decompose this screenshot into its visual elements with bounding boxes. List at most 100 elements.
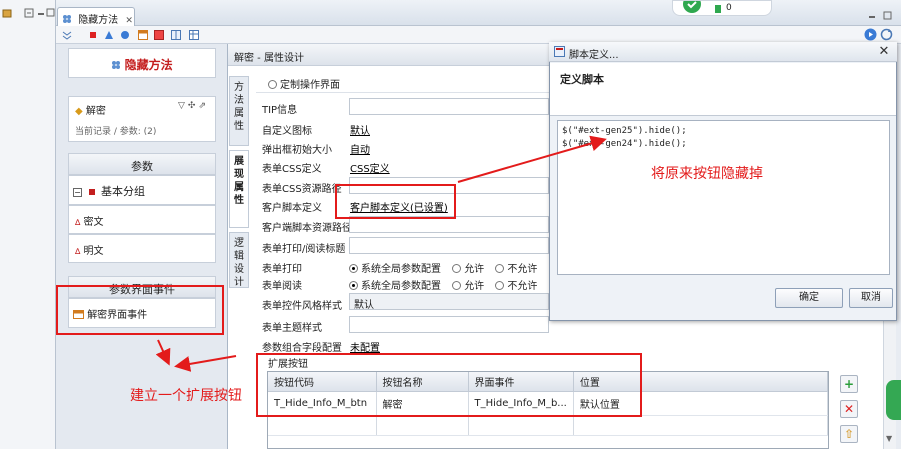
table-cell	[573, 415, 829, 436]
tab-logic-design[interactable]: 逻辑设计	[229, 232, 249, 288]
editor-tab-label: 隐藏方法	[78, 15, 119, 26]
param-combo-link[interactable]: 未配置	[350, 339, 380, 354]
book-icon[interactable]	[171, 30, 181, 40]
close-icon[interactable]: ✕	[125, 16, 133, 26]
refresh-icon[interactable]	[880, 28, 893, 41]
add-button[interactable]: +	[840, 375, 858, 393]
triangle-icon[interactable]	[104, 30, 114, 40]
dialog-titlebar[interactable]: 脚本定义...	[549, 42, 897, 62]
collapse-icon[interactable]: −	[73, 188, 82, 197]
param-label: 密文	[83, 217, 104, 228]
read-allow-radio[interactable]: 允许	[452, 281, 484, 292]
dialog-title: 脚本定义...	[569, 50, 619, 61]
delete-button[interactable]: ✕	[840, 400, 858, 418]
tab-display-properties[interactable]: 展现属性	[229, 150, 249, 228]
method-title: 隐藏方法	[124, 58, 173, 72]
minimize-icon[interactable]	[867, 11, 877, 24]
read-global-radio[interactable]: 系统全局参数配置	[349, 281, 441, 292]
param-label: 明文	[83, 246, 104, 257]
method-icon	[63, 15, 71, 23]
script-editor[interactable]: $("#ext-gen25").hide(); $("#ext-gen24").…	[557, 120, 890, 275]
script-line: $("#ext-gen25").hide();	[562, 126, 687, 136]
client-resource-label: 客户端脚本资源路径	[262, 223, 352, 234]
status-icon	[683, 1, 701, 13]
dialog-header: 定义脚本	[550, 63, 896, 116]
collapse-icon[interactable]	[24, 8, 36, 22]
divider	[256, 92, 556, 93]
annotation-box-script	[335, 184, 456, 219]
read-label: 表单阅读	[262, 281, 302, 292]
scroll-down-icon[interactable]: ▼	[886, 434, 892, 443]
theme-style-input[interactable]	[349, 316, 549, 333]
print-deny-radio[interactable]: 不允许	[495, 264, 537, 275]
method-title-card: 隐藏方法	[68, 48, 216, 78]
annotation-box-table	[256, 353, 642, 417]
method-icon	[112, 61, 121, 69]
css-path-label: 表单CSS资源路径	[262, 184, 342, 195]
print-allow-radio[interactable]: 允许	[452, 264, 484, 275]
control-style-select[interactable]: 默认	[349, 293, 549, 311]
param-item[interactable]: ∆ 明文	[68, 234, 216, 263]
table-add-icon[interactable]	[138, 30, 148, 40]
battery-icon	[715, 5, 721, 13]
x-icon: ✕	[843, 402, 855, 416]
table-cell	[268, 415, 377, 436]
script-line: $("#ext-gen24").hide();	[562, 139, 687, 149]
table-cell	[468, 415, 574, 436]
circle-icon[interactable]	[120, 30, 130, 40]
print-title-input[interactable]	[349, 237, 549, 254]
custom-ui-radio[interactable]: 定制操作界面	[268, 76, 340, 91]
tab-method-properties[interactable]: 方法属性	[229, 76, 249, 146]
css-def-link[interactable]: CSS定义	[350, 160, 390, 175]
icon-label: 自定义图标	[262, 126, 312, 137]
print-global-radio[interactable]: 系统全局参数配置	[349, 264, 441, 275]
move-up-button[interactable]: ⇧	[840, 425, 858, 443]
ok-button[interactable]: 确定	[775, 288, 843, 308]
option-label: 不允许	[507, 264, 538, 275]
close-icon[interactable]: ✕	[876, 44, 892, 60]
custom-ui-label: 定制操作界面	[280, 80, 340, 91]
left-outline-strip	[0, 0, 56, 449]
option-label: 允许	[464, 264, 485, 275]
tip-input[interactable]	[349, 98, 549, 115]
annotation-hide-note: 将原来按钮隐藏掉	[651, 166, 763, 182]
print-options: 系统全局参数配置 允许 不允许	[349, 260, 537, 275]
read-deny-radio[interactable]: 不允许	[495, 281, 537, 292]
icon-link[interactable]: 默认	[350, 122, 370, 137]
side-widget[interactable]	[886, 380, 901, 420]
stop-icon[interactable]	[88, 30, 98, 40]
annotation-box-event	[56, 285, 224, 335]
method-item-card[interactable]: ◆ 解密 ▽✣⇗ 当前记录 / 参数: (2)	[68, 96, 216, 142]
group-row[interactable]: − 基本分组	[68, 175, 216, 205]
radio-icon	[268, 80, 277, 89]
filter-icon[interactable]: ▽✣⇗	[178, 101, 209, 111]
popup-size-link[interactable]: 自动	[350, 141, 370, 156]
tip-label: TIP信息	[262, 105, 298, 116]
control-style-label: 表单控件风格样式	[262, 301, 342, 312]
form-icon[interactable]	[154, 30, 164, 40]
param-item[interactable]: ∆ 密文	[68, 205, 216, 234]
css-def-label: 表单CSS定义	[262, 164, 322, 175]
plus-icon: +	[843, 377, 855, 391]
method-item-label: 解密	[85, 106, 106, 117]
table-row[interactable]	[268, 415, 829, 436]
cancel-button[interactable]: 取消	[849, 288, 893, 308]
read-options: 系统全局参数配置 允许 不允许	[349, 277, 537, 292]
client-script-label: 客户脚本定义	[262, 203, 322, 214]
param-icon: ∆	[75, 218, 81, 227]
theme-style-label: 表单主题样式	[262, 323, 322, 334]
group-icon	[88, 189, 95, 195]
maximize-icon[interactable]	[883, 11, 893, 24]
option-label: 不允许	[507, 281, 538, 292]
package-icon[interactable]	[2, 8, 14, 22]
grid-icon[interactable]	[189, 30, 199, 40]
params-header[interactable]: 参数	[68, 153, 216, 175]
script-icon	[554, 46, 565, 57]
play-icon[interactable]	[864, 28, 877, 41]
group-label: 基本分组	[101, 185, 145, 198]
print-title-label: 表单打印/阅读标题	[262, 244, 346, 255]
diamond-icon: ◆	[75, 106, 83, 117]
editor-tab[interactable]: 隐藏方法 ✕	[57, 7, 135, 26]
chevron-down-icon[interactable]	[62, 30, 72, 40]
option-label: 系统全局参数配置	[361, 264, 441, 275]
